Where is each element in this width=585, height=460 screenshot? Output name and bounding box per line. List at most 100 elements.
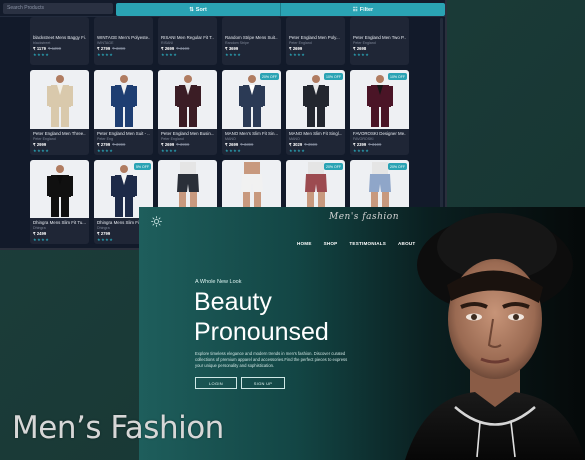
login-button[interactable]: LOGIN bbox=[195, 377, 237, 389]
hero-title: Beauty Pronounsed bbox=[194, 287, 394, 347]
sort-filter-bar: ⇅ Sort ☷ Filter bbox=[116, 3, 445, 16]
product-meta: MANO Men Slim Fit Singl... MANO ₹ 3029 ₹ 35… bbox=[286, 129, 345, 155]
current-price: ₹ 2399 bbox=[353, 142, 367, 147]
product-card[interactable]: blackstreet Mens Baggy Fi... blackstreet ₹… bbox=[30, 17, 89, 65]
sort-arrows-icon: ⇅ bbox=[189, 6, 194, 13]
suit-figure bbox=[302, 75, 329, 127]
product-image[interactable]: 10% OFF bbox=[350, 70, 409, 129]
hero-title-line2: Pronounsed bbox=[194, 318, 329, 346]
nav-home[interactable]: HOME bbox=[297, 241, 312, 246]
product-card[interactable]: Dhingra Mens Slim Fit Tu... Dhingra ₹ 2499… bbox=[30, 160, 89, 244]
shop-toolbar: Search Products ⇅ Sort ☷ Filter bbox=[0, 0, 445, 17]
rating-stars: ★★★★ bbox=[225, 148, 242, 153]
rating-stars: ★★★★ bbox=[161, 52, 178, 57]
product-meta: MANO Men's Slim Fit Sin... MANO ₹ 2699 ₹ 33… bbox=[222, 129, 281, 155]
hero-description: Explore timeless elegance and modern tre… bbox=[195, 351, 348, 368]
product-meta: Peter England Men Poly... Peter England ₹ … bbox=[286, 17, 345, 59]
current-price: ₹ 2699 bbox=[225, 142, 239, 147]
current-price: ₹ 3029 bbox=[289, 142, 303, 147]
rating-stars: ★★★★ bbox=[289, 148, 306, 153]
product-meta: Peter England Men Three... Peter England ₹… bbox=[30, 129, 89, 155]
current-price: ₹ 2999 bbox=[33, 142, 47, 147]
rating-stars: ★★★★ bbox=[97, 148, 114, 153]
rating-stars: ★★★★ bbox=[97, 52, 114, 57]
product-card[interactable]: Peter England Men Suit - ... Peter Eng ₹ 2… bbox=[94, 70, 153, 155]
suit-figure bbox=[238, 75, 265, 127]
product-card[interactable]: Peter England Men Three... Peter England ₹… bbox=[30, 70, 89, 155]
current-price: ₹ 2698 bbox=[353, 46, 367, 51]
sort-label: Sort bbox=[195, 6, 207, 13]
product-card[interactable]: 20% OFF MANO Men's Slim Fit Sin... MANO ₹ 2… bbox=[222, 70, 281, 155]
product-card[interactable]: 10% OFF FAVOROSKI Designer Me... FAVOROSKI… bbox=[350, 70, 409, 155]
product-card[interactable]: Peter England Men Busin... Peter England ₹… bbox=[158, 70, 217, 155]
product-image[interactable] bbox=[30, 70, 89, 129]
product-card[interactable]: Peter England Men Two P... Peter England ₹… bbox=[350, 17, 409, 65]
filter-button[interactable]: ☷ Filter bbox=[280, 3, 445, 16]
product-card[interactable]: 10% OFF MANO Men Slim Fit Singl... MANO ₹ 3… bbox=[286, 70, 345, 155]
nav-testimonials[interactable]: TESTIMONIALS bbox=[349, 241, 386, 246]
product-card[interactable]: RISANI Men Regular Fit T... RISANI ₹ 2699 ₹… bbox=[158, 17, 217, 65]
suit-figure bbox=[110, 75, 137, 127]
product-meta: Peter England Men Busin... Peter England ₹… bbox=[158, 129, 217, 155]
suit-figure bbox=[110, 165, 137, 217]
search-input[interactable]: Search Products bbox=[3, 3, 113, 14]
current-price: ₹ 2699 bbox=[289, 46, 303, 51]
original-price: ₹ 3999 bbox=[176, 142, 190, 147]
original-price: ₹ 3199 bbox=[176, 46, 190, 51]
signup-button[interactable]: SIGN UP bbox=[241, 377, 285, 389]
discount-badge: 10% OFF bbox=[324, 73, 343, 80]
product-meta: RISANI Men Regular Fit T... RISANI ₹ 2699 ₹… bbox=[158, 17, 217, 59]
suit-figure bbox=[46, 75, 73, 127]
original-price: ₹ 3999 bbox=[112, 142, 126, 147]
suit-figure bbox=[46, 165, 73, 217]
product-image[interactable] bbox=[94, 70, 153, 129]
product-meta: Peter England Men Two P... Peter England ₹… bbox=[350, 17, 409, 59]
rating-stars: ★★★★ bbox=[33, 52, 50, 57]
sliders-icon: ☷ bbox=[352, 6, 358, 13]
discount-badge: 20% OFF bbox=[388, 163, 407, 170]
product-meta: Dhingra Mens Slim Fit Tu... Dhingra ₹ 2499… bbox=[30, 218, 89, 244]
suit-figure bbox=[174, 75, 201, 127]
sun-icon bbox=[151, 216, 162, 227]
current-price: ₹ 2499 bbox=[33, 231, 47, 236]
product-card[interactable]: Peter England Men Poly... Peter England ₹ … bbox=[286, 17, 345, 65]
current-price: ₹ 1179 bbox=[33, 46, 46, 51]
current-price: ₹ 2699 bbox=[161, 46, 175, 51]
current-price: ₹ 2799 bbox=[97, 46, 111, 51]
original-price: ₹ 3399 bbox=[240, 142, 254, 147]
suit-figure bbox=[366, 75, 393, 127]
product-meta: Peter England Men Suit - ... Peter Eng ₹ 2… bbox=[94, 129, 153, 155]
product-card[interactable]: Random Stripe Mens Suit... Random Stripe ₹… bbox=[222, 17, 281, 65]
caption-title: Men’s Fashion bbox=[12, 410, 224, 446]
product-image[interactable]: 10% OFF bbox=[286, 70, 345, 129]
current-price: ₹ 2799 bbox=[97, 142, 111, 147]
original-price: ₹ 1299 bbox=[47, 46, 62, 51]
discount-badge: 20% OFF bbox=[324, 163, 343, 170]
product-card[interactable]: WINTAGE Men's Polyeste... WINTAGE ₹ 2799 ₹ … bbox=[94, 17, 153, 65]
hero-title-line1: Beauty bbox=[194, 288, 272, 316]
rating-stars: ★★★★ bbox=[353, 148, 370, 153]
original-price: ₹ 3199 bbox=[368, 142, 382, 147]
product-image[interactable] bbox=[30, 160, 89, 218]
rating-stars: ★★★★ bbox=[161, 148, 178, 153]
product-meta: WINTAGE Men's Polyeste... WINTAGE ₹ 2799 ₹ … bbox=[94, 17, 153, 59]
hero-tagline: A Whole New Look bbox=[195, 279, 242, 285]
product-meta: Random Stripe Mens Suit... Random Stripe ₹… bbox=[222, 17, 281, 59]
sort-button[interactable]: ⇅ Sort bbox=[116, 3, 280, 16]
original-price: ₹ 3899 bbox=[112, 46, 126, 51]
rating-stars: ★★★★ bbox=[33, 148, 50, 153]
rating-stars: ★★★★ bbox=[289, 52, 306, 57]
current-price: ₹ 2799 bbox=[97, 231, 111, 236]
discount-badge: 10% OFF bbox=[388, 73, 407, 80]
original-price: ₹ 3599 bbox=[304, 142, 318, 147]
discount-badge: 20% OFF bbox=[260, 73, 279, 80]
current-price: ₹ 3699 bbox=[225, 46, 239, 51]
product-image[interactable] bbox=[158, 70, 217, 129]
rating-stars: ★★★★ bbox=[33, 237, 50, 242]
discount-badge: 5% OFF bbox=[133, 163, 151, 170]
product-image[interactable]: 20% OFF bbox=[222, 70, 281, 129]
rating-stars: ★★★★ bbox=[225, 52, 242, 57]
rating-stars: ★★★★ bbox=[353, 52, 370, 57]
nav-shop[interactable]: SHOP bbox=[324, 241, 338, 246]
product-meta: FAVOROSKI Designer Me... FAVOROSKI ₹ 2399 ₹… bbox=[350, 129, 409, 155]
